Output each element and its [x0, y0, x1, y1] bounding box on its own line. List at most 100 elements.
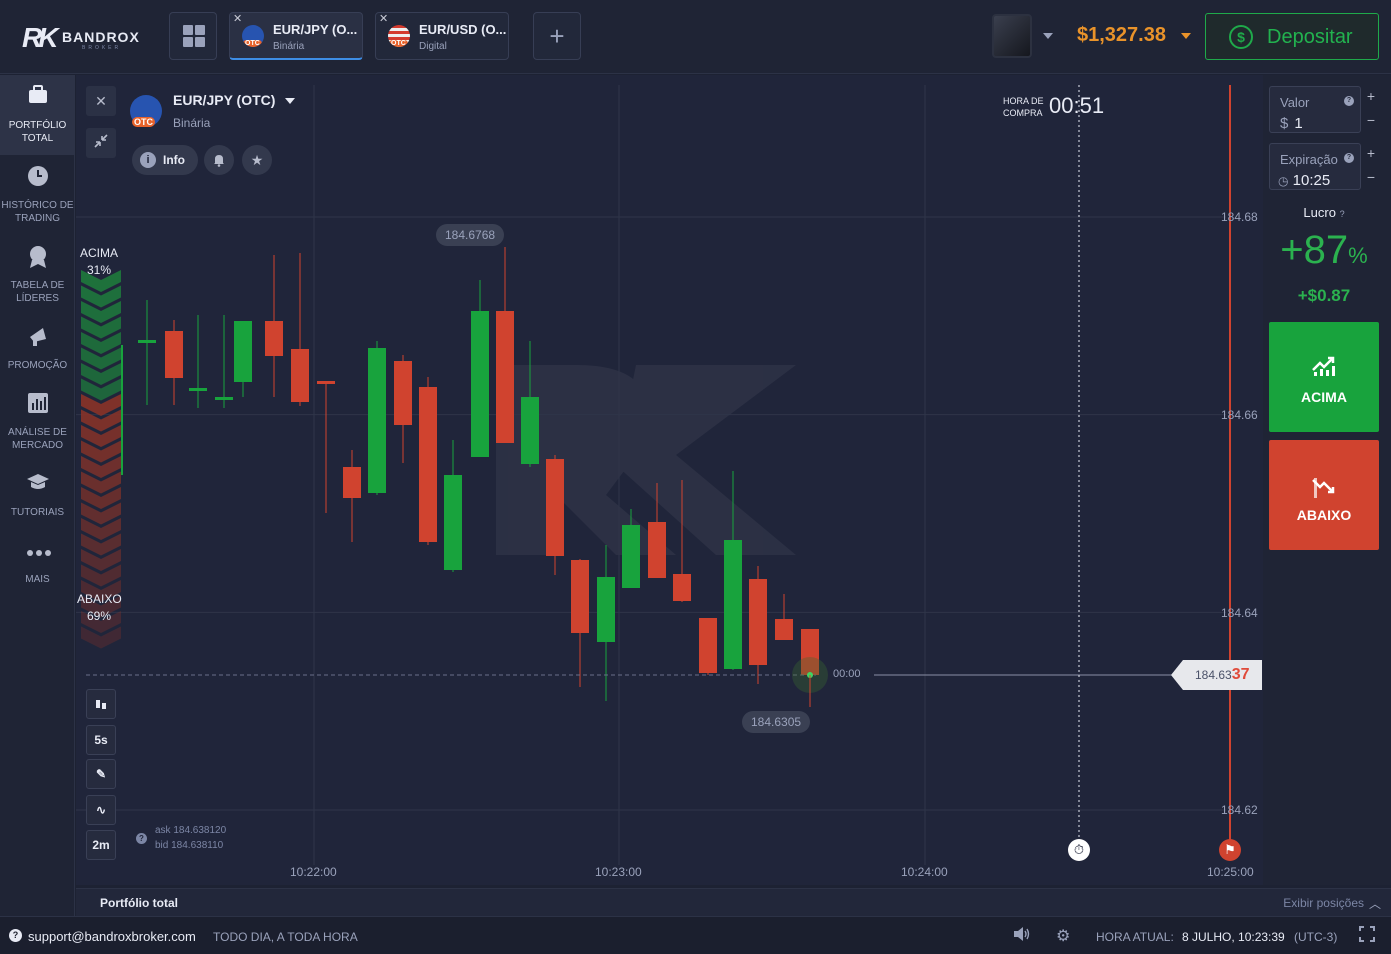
candle-up [189, 388, 207, 391]
help-icon[interactable]: ? [1344, 96, 1354, 106]
support-email[interactable]: support@bandroxbroker.com [28, 929, 196, 944]
sidebar-item-leaderboard[interactable]: TABELA DE LÍDERES [0, 235, 75, 315]
eu-flag-icon: OTC [130, 95, 162, 127]
logo-mark: RK [22, 22, 59, 53]
chevron-down-icon[interactable] [1043, 33, 1053, 39]
close-chart-button[interactable]: ✕ [86, 86, 116, 116]
chevron-up-icon[interactable]: ︿ [1369, 895, 1381, 912]
decrease-amount-button[interactable]: − [1362, 112, 1380, 128]
close-tab-icon[interactable]: ✕ [379, 12, 388, 25]
tab-eur-jpy[interactable]: ✕ OTC EUR/JPY (O... Binária [229, 12, 363, 60]
us-flag-icon: OTC [388, 25, 410, 47]
help-icon: ? [1339, 209, 1345, 219]
star-icon: ★ [250, 152, 264, 168]
sidebar-item-market-analysis[interactable]: ANÁLISE DE MERCADO [0, 382, 75, 462]
settings-gear-icon[interactable]: ⚙ [1056, 926, 1070, 946]
volume-icon[interactable] [1013, 926, 1031, 947]
pencil-icon: ✎ [95, 767, 107, 781]
logo-text: BANDROX [62, 29, 140, 45]
tab-eur-usd[interactable]: ✕ OTC EUR/USD (O... Digital [375, 12, 509, 60]
profit-amount: +$0.87 [1297, 286, 1351, 305]
current-price-tag: 184.6337 [1171, 660, 1262, 690]
portfolio-title: Portfólio total [100, 896, 178, 910]
chevron-down-icon[interactable] [1181, 33, 1191, 39]
sidebar-item-more[interactable]: MAIS [0, 529, 75, 609]
sidebar-item-label: ANÁLISE DE MERCADO [8, 427, 67, 451]
close-tab-icon[interactable]: ✕ [233, 12, 242, 25]
candle-down [496, 311, 514, 443]
candle-down [394, 361, 412, 425]
help-icon[interactable]: ? [9, 929, 22, 942]
timeframe-button[interactable]: 5s [86, 725, 116, 755]
drawing-tool-button[interactable]: ✎ [86, 759, 116, 789]
help-icon[interactable]: ? [1344, 153, 1354, 163]
add-tab-button[interactable]: + [533, 12, 581, 60]
bar-chart-icon [26, 392, 50, 416]
expiry-field[interactable]: Expiração ? ◷ 10:25 [1269, 143, 1361, 190]
price-chart[interactable] [76, 75, 1263, 885]
sidebar-item-label: MAIS [25, 574, 50, 585]
y-tick-label: 184.64 [1221, 606, 1258, 620]
candle-up [471, 311, 489, 457]
assets-grid-button[interactable] [169, 12, 217, 60]
account-balance[interactable]: $1,327.38 [1077, 24, 1166, 47]
candles [138, 247, 819, 707]
avatar[interactable] [992, 14, 1032, 58]
alert-button[interactable] [204, 145, 234, 175]
fullscreen-icon[interactable] [1359, 926, 1375, 947]
y-tick-label: 184.68 [1221, 210, 1258, 224]
candle-up [215, 397, 233, 400]
chevron-down-icon[interactable] [285, 98, 295, 104]
candle-up [597, 577, 615, 642]
stopwatch-icon: ⏱ [1068, 839, 1090, 861]
collapse-icon[interactable] [86, 128, 116, 158]
sidebar-item-trading-history[interactable]: HISTÓRICO DE TRADING [0, 155, 75, 235]
candle-down [673, 574, 691, 601]
top-bar: RK BANDROX BROKER ✕ OTC EUR/JPY (O... Bi… [0, 0, 1391, 74]
portfolio-bar[interactable]: Portfólio total Exibir posições ︿ [76, 888, 1391, 916]
buy-time-label: HORA DE COMPRA [1003, 96, 1044, 118]
indicators-button[interactable]: ∿ [86, 795, 116, 825]
low-price-label: 184.6305 [742, 711, 811, 733]
favorite-button[interactable]: ★ [242, 145, 272, 175]
chart-type-button[interactable] [86, 689, 116, 719]
expiry-value[interactable]: ◷ 10:25 [1278, 172, 1330, 189]
show-positions-link[interactable]: Exibir posições [1283, 896, 1364, 910]
increase-amount-button[interactable]: + [1362, 88, 1380, 104]
sidebar-item-label: PROMOÇÃO [7, 360, 68, 371]
logo[interactable]: RK BANDROX BROKER [22, 22, 157, 54]
help-icon[interactable]: ? [136, 833, 147, 844]
candle-down [648, 522, 666, 578]
info-icon: i [140, 152, 156, 168]
candlestick-chart[interactable] [76, 75, 1263, 885]
tab-type: Binária [273, 41, 305, 52]
buy-down-label: ABAIXO [1296, 507, 1352, 523]
buy-down-button[interactable]: ABAIXO [1269, 440, 1379, 550]
candle-down [165, 331, 183, 378]
candle-down [775, 619, 793, 640]
decrease-expiry-button[interactable]: − [1362, 169, 1380, 185]
sidebar-item-portfolio[interactable]: PORTFÓLIO TOTAL [0, 75, 75, 155]
graduation-cap-icon [26, 472, 50, 496]
finish-flag-icon: ⚑ [1219, 839, 1241, 861]
amount-field[interactable]: Valor ? $1 [1269, 86, 1361, 133]
eu-flag-icon: OTC [242, 25, 264, 47]
asset-selector[interactable]: EUR/JPY (OTC) [173, 92, 275, 108]
current-time-label: HORA ATUAL: [1096, 930, 1174, 944]
increase-expiry-button[interactable]: + [1362, 145, 1380, 161]
info-button[interactable]: i Info [132, 145, 198, 175]
x-tick-label: 10:24:00 [901, 865, 948, 879]
buy-up-label: ACIMA [1301, 389, 1347, 405]
medal-icon [26, 245, 50, 269]
candle-timer: 00:00 [833, 668, 861, 680]
buy-up-button[interactable]: ACIMA [1269, 322, 1379, 432]
amount-value[interactable]: $1 [1280, 115, 1303, 132]
expiry-label: Expiração [1280, 152, 1338, 167]
high-price-label: 184.6768 [436, 224, 505, 246]
deposit-button[interactable]: $ Depositar [1205, 13, 1379, 60]
briefcase-icon [26, 85, 50, 109]
zoom-button[interactable]: 2m [86, 830, 116, 860]
trend-down-icon [1311, 476, 1337, 502]
candle-down [749, 579, 767, 665]
sentiment-down: ABAIXO 69% [77, 592, 122, 623]
